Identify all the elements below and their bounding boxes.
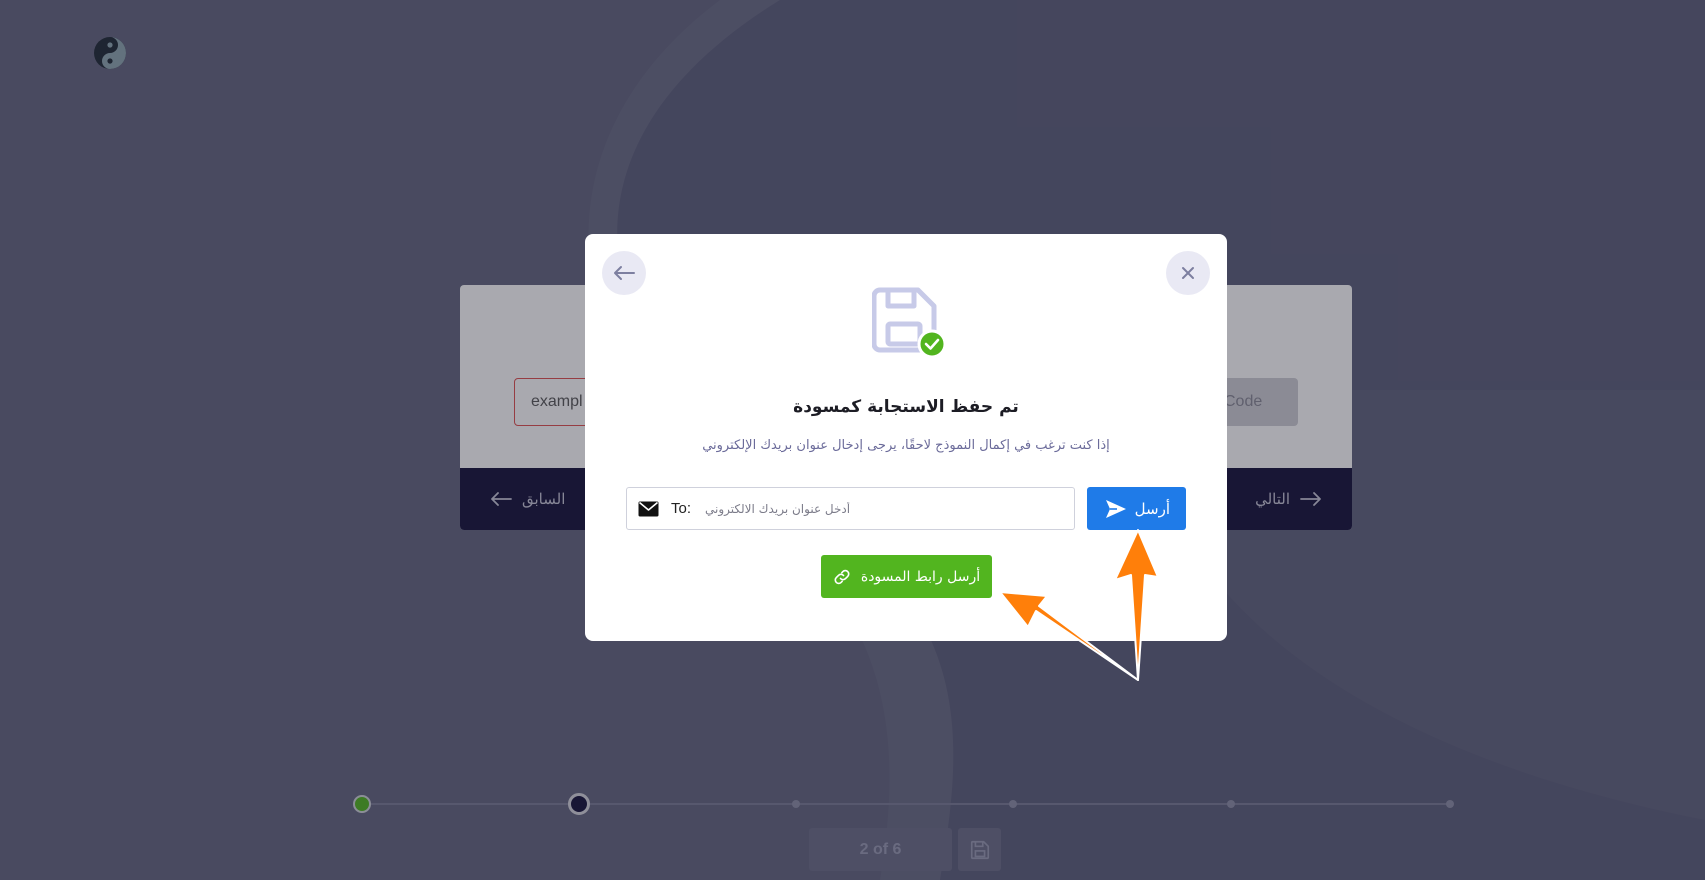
link-icon (834, 569, 850, 584)
arrow-left-icon (614, 266, 635, 280)
send-draft-link-button[interactable]: أرسل رابط المسودة (821, 555, 992, 598)
modal-title: تم حفظ الاستجابة كمسودة (793, 397, 1019, 417)
email-input[interactable] (703, 488, 1068, 529)
send-label: أرسل (1134, 499, 1170, 518)
email-field[interactable]: To: (626, 487, 1075, 530)
paper-plane-icon (1106, 499, 1126, 518)
modal-subtitle: إذا كنت ترغب في إكمال النموذج لاحقًا، ير… (702, 438, 1110, 453)
saved-floppy-check-icon (872, 287, 946, 358)
envelope-icon (638, 501, 659, 516)
send-button[interactable]: أرسل (1087, 487, 1186, 530)
modal-close-button[interactable] (1166, 251, 1210, 295)
close-icon (1182, 267, 1194, 279)
save-draft-modal: تم حفظ الاستجابة كمسودة إذا كنت ترغب في … (585, 234, 1227, 641)
email-to-label: To: (671, 500, 692, 517)
page: exampl Code السابق التالي 2 of 6 تم حفظ … (0, 0, 1705, 880)
modal-back-button[interactable] (602, 251, 646, 295)
send-draft-link-label: أرسل رابط المسودة (860, 568, 981, 585)
